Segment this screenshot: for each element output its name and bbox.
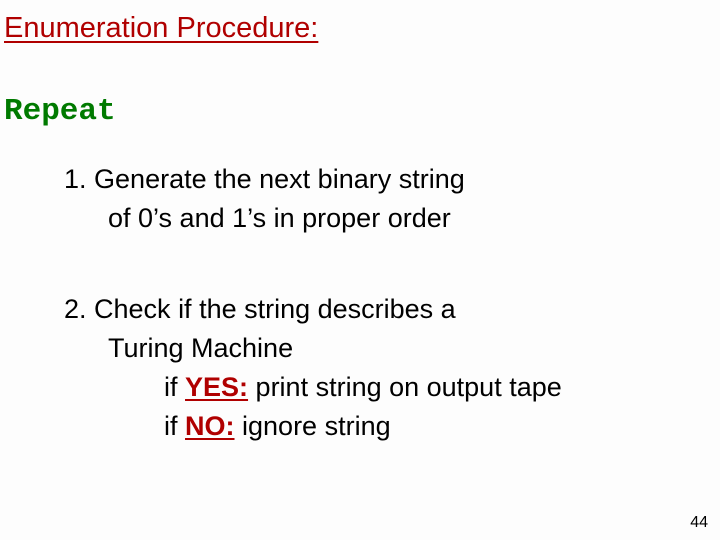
no-suffix: ignore string	[235, 411, 391, 441]
slide: Enumeration Procedure: Repeat 1. Generat…	[0, 0, 720, 540]
step-1-line-1: Generate the next binary string	[94, 164, 465, 194]
no-prefix: if	[164, 411, 185, 441]
step-2-no-line: if NO: ignore string	[64, 407, 562, 446]
step-2-number: 2.	[64, 294, 94, 324]
slide-title: Enumeration Procedure:	[4, 12, 318, 45]
step-2-line-1: Check if the string describes a	[94, 294, 456, 324]
step-2: 2. Check if the string describes a Turin…	[64, 290, 562, 447]
repeat-keyword: Repeat	[4, 94, 116, 129]
step-1-line-2: of 0’s and 1’s in proper order	[64, 199, 465, 238]
page-number: 44	[690, 514, 708, 532]
step-1-number: 1.	[64, 164, 94, 194]
yes-suffix: print string on output tape	[248, 372, 562, 402]
step-1: 1. Generate the next binary string of 0’…	[64, 160, 465, 238]
step-2-yes-line: if YES: print string on output tape	[64, 368, 562, 407]
step-2-line-2: Turing Machine	[64, 329, 562, 368]
no-label: NO:	[185, 411, 235, 441]
yes-prefix: if	[164, 372, 185, 402]
yes-label: YES:	[185, 372, 248, 402]
